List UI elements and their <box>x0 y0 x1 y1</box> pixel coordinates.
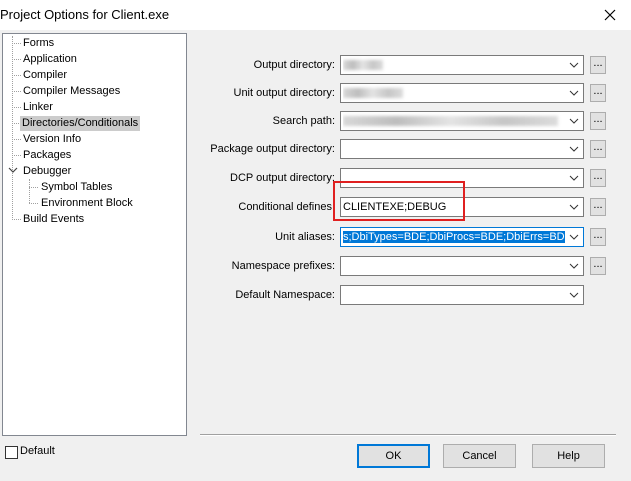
namespace-prefixes-combo[interactable] <box>340 256 584 276</box>
dcp-output-directory-label: DCP output directory: <box>230 172 335 184</box>
tree-item-application[interactable]: Application <box>21 52 79 67</box>
dropdown-arrow-icon[interactable] <box>566 228 582 246</box>
dropdown-arrow-icon[interactable] <box>566 84 582 102</box>
dcp-output-directory-browse-button[interactable]: ... <box>590 169 606 187</box>
output-directory-combo[interactable] <box>340 55 584 75</box>
default-namespace-label: Default Namespace: <box>235 289 335 301</box>
unit-aliases-label: Unit aliases: <box>275 231 335 243</box>
tree-item-linker[interactable]: Linker <box>21 100 55 115</box>
unit-output-directory-label: Unit output directory: <box>233 87 336 99</box>
package-output-directory-label: Package output directory: <box>210 143 335 155</box>
tree-connector <box>12 36 13 220</box>
conditional-defines-browse-button[interactable]: ... <box>590 198 606 216</box>
unit-output-directory-browse-button[interactable]: ... <box>590 84 606 102</box>
help-button[interactable]: Help <box>532 444 605 468</box>
chevron-down-icon[interactable] <box>8 165 18 175</box>
close-button[interactable] <box>599 4 621 26</box>
dropdown-arrow-icon[interactable] <box>566 140 582 158</box>
redacted-value <box>343 116 558 126</box>
dropdown-arrow-icon[interactable] <box>566 169 582 187</box>
highlight-box <box>333 181 465 221</box>
search-path-label: Search path: <box>272 115 335 127</box>
namespace-prefixes-browse-button[interactable]: ... <box>590 257 606 275</box>
unit-output-directory-combo[interactable] <box>340 83 584 103</box>
search-path-combo[interactable] <box>340 111 584 131</box>
dropdown-arrow-icon[interactable] <box>566 56 582 74</box>
conditional-defines-label: Conditional defines: <box>238 201 335 213</box>
redacted-value <box>343 88 403 98</box>
default-checkbox[interactable] <box>5 446 18 459</box>
tree-item-version-info[interactable]: Version Info <box>21 132 83 147</box>
unit-aliases-browse-button[interactable]: ... <box>590 228 606 246</box>
tree-item-forms[interactable]: Forms <box>21 36 56 51</box>
namespace-prefixes-label: Namespace prefixes: <box>231 260 335 272</box>
tree-item-compiler[interactable]: Compiler <box>21 68 69 83</box>
default-checkbox-label: Default <box>20 445 55 457</box>
tree-item-environment-block[interactable]: Environment Block <box>39 196 135 211</box>
output-directory-label: Output directory: <box>253 59 335 71</box>
title-bar: Project Options for Client.exe <box>0 0 631 30</box>
package-output-directory-browse-button[interactable]: ... <box>590 140 606 158</box>
dropdown-arrow-icon[interactable] <box>566 257 582 275</box>
tree-item-debugger[interactable]: Debugger <box>21 164 73 179</box>
tree-item-symbol-tables[interactable]: Symbol Tables <box>39 180 114 195</box>
tree-item-build-events[interactable]: Build Events <box>21 212 86 227</box>
tree-item-packages[interactable]: Packages <box>21 148 73 163</box>
default-namespace-combo[interactable] <box>340 285 584 305</box>
unit-aliases-selected-text: s;DbiTypes=BDE;DbiProcs=BDE;DbiErrs=BDE; <box>343 231 565 243</box>
search-path-browse-button[interactable]: ... <box>590 112 606 130</box>
ok-button[interactable]: OK <box>357 444 430 468</box>
tree-item-directories-conditionals[interactable]: Directories/Conditionals <box>20 116 141 131</box>
dropdown-arrow-icon[interactable] <box>566 286 582 304</box>
footer-separator <box>200 434 616 436</box>
options-tree[interactable]: Forms Application Compiler Compiler Mess… <box>2 33 187 436</box>
tree-item-compiler-messages[interactable]: Compiler Messages <box>21 84 122 99</box>
dropdown-arrow-icon[interactable] <box>566 198 582 216</box>
window-title: Project Options for Client.exe <box>0 7 170 22</box>
package-output-directory-combo[interactable] <box>340 139 584 159</box>
output-directory-browse-button[interactable]: ... <box>590 56 606 74</box>
redacted-value <box>343 60 383 70</box>
dropdown-arrow-icon[interactable] <box>566 112 582 130</box>
unit-aliases-combo[interactable]: s;DbiTypes=BDE;DbiProcs=BDE;DbiErrs=BDE; <box>340 227 584 247</box>
cancel-button[interactable]: Cancel <box>443 444 516 468</box>
close-icon <box>604 9 616 21</box>
